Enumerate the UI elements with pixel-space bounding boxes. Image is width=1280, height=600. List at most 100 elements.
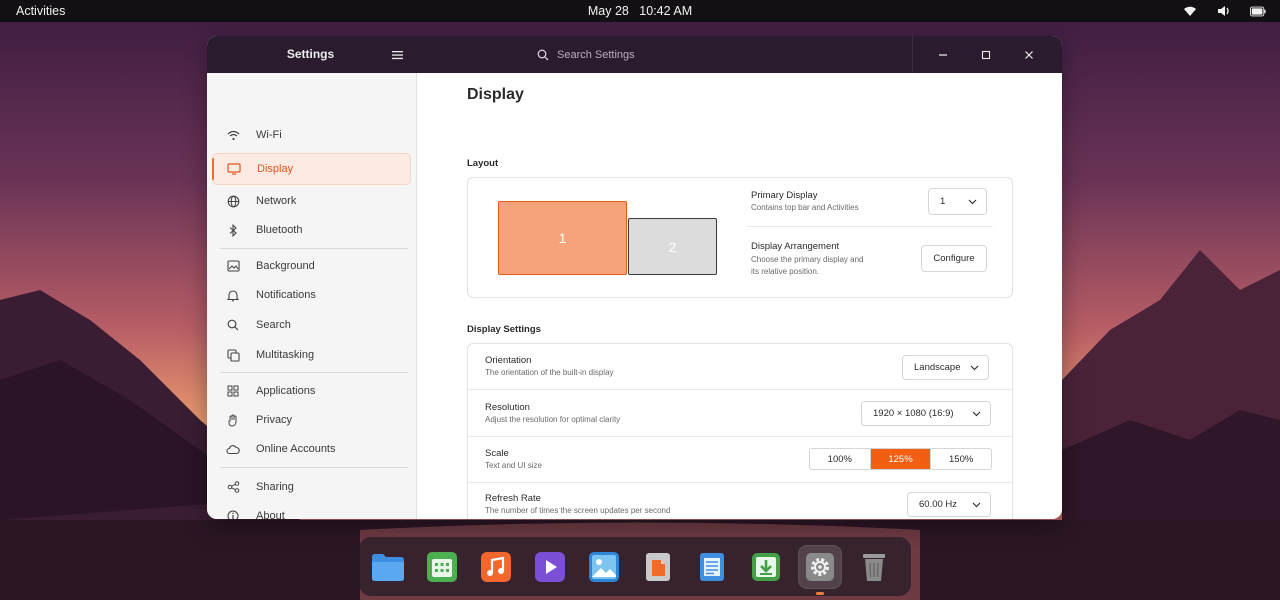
share-icon (225, 479, 241, 495)
chevron-down-icon (972, 502, 981, 507)
files-icon (372, 553, 404, 581)
settings-gear-icon (806, 552, 834, 581)
sidebar-item-label: Notifications (256, 289, 316, 301)
sidebar-item-online-accounts[interactable]: Online Accounts (212, 433, 411, 465)
dock-app-settings[interactable] (798, 544, 842, 595)
sidebar-item-label: Privacy (256, 414, 293, 426)
sidebar-header: Settings (207, 36, 417, 73)
photos-icon (589, 551, 619, 582)
dock-app-files[interactable] (367, 546, 409, 588)
hand-icon (225, 412, 241, 428)
monitor-1-preview[interactable]: 1 (498, 201, 627, 275)
primary-display-subtitle: Contains top bar and Activities (751, 203, 859, 212)
refresh-rate-title: Refresh Rate (485, 493, 541, 504)
maximize-button[interactable] (976, 45, 996, 65)
dock-app-music[interactable] (475, 546, 517, 588)
minimize-button[interactable] (933, 45, 953, 65)
music-icon (481, 551, 511, 582)
sidebar-item-privacy[interactable]: Privacy (212, 404, 411, 436)
sidebar-item-label: Display (257, 163, 294, 175)
scale-option-100[interactable]: 100% (810, 449, 871, 469)
sidebar-item-applications[interactable]: Applications (212, 375, 411, 407)
dock-app-calendar[interactable] (421, 546, 463, 588)
refresh-rate-dropdown[interactable]: 60.00 Hz (907, 492, 991, 517)
orientation-dropdown[interactable]: Landscape (902, 355, 989, 380)
primary-display-title: Primary Display (751, 190, 818, 201)
clock-date[interactable]: May 28 (588, 4, 629, 18)
system-tray (1182, 3, 1266, 19)
dock-app-photos[interactable] (583, 546, 625, 588)
sidebar-item-sharing[interactable]: Sharing (212, 471, 411, 503)
sidebar-separator (220, 467, 408, 468)
sidebar-item-search[interactable]: Search (212, 309, 411, 341)
window-titlebar[interactable]: Settings Search Settings (207, 36, 1062, 73)
resolution-subtitle: Adjust the resolution for optimal clarit… (485, 415, 621, 424)
scale-title: Scale (485, 448, 509, 459)
resolution-value: 1920 × 1080 (16:9) (873, 408, 954, 419)
documents-icon (646, 552, 670, 581)
clock-time[interactable]: 10:42 AM (639, 4, 692, 18)
search-placeholder: Search Settings (557, 49, 635, 61)
cloud-icon (225, 441, 241, 457)
trash-icon (863, 553, 885, 581)
row-separator (468, 436, 1012, 437)
monitor-1-label: 1 (558, 230, 567, 246)
chevron-down-icon (972, 411, 981, 416)
wifi-icon (225, 127, 241, 143)
dock (359, 537, 911, 596)
display-settings-page: Display Layout 1 2 Primary Display Conta… (418, 73, 1062, 519)
search-icon (225, 317, 241, 333)
image-icon (225, 258, 241, 274)
sidebar-item-display[interactable]: Display (212, 153, 411, 185)
sidebar-item-network[interactable]: Network (212, 185, 411, 217)
primary-display-dropdown[interactable]: 1 (928, 188, 987, 215)
sidebar-item-multitasking[interactable]: Multitasking (212, 339, 411, 371)
dock-app-text-editor[interactable] (691, 546, 733, 588)
titlebar-divider (912, 36, 913, 73)
bell-icon (225, 287, 241, 303)
activities-button[interactable]: Activities (16, 4, 65, 18)
sidebar-item-about[interactable]: About (212, 500, 411, 519)
menu-button[interactable] (387, 45, 407, 65)
calendar-icon (427, 551, 457, 582)
display-settings-card: Orientation The orientation of the built… (467, 343, 1013, 519)
sidebar-item-label: Wi-Fi (256, 129, 282, 141)
dock-app-video[interactable] (529, 546, 571, 588)
dock-app-documents[interactable] (637, 546, 679, 588)
monitor-2-preview[interactable]: 2 (628, 218, 717, 275)
scale-option-150[interactable]: 150% (931, 449, 991, 469)
clock: May 28 10:42 AM (0, 4, 1280, 18)
close-icon (1025, 51, 1033, 59)
settings-window: Settings Search Settings Wi-Fi Display N… (207, 36, 1062, 519)
layout-card: 1 2 Primary Display Contains top bar and… (467, 177, 1013, 298)
scale-toggle-group: 100% 125% 150% (809, 448, 992, 470)
display-arrangement-title: Display Arrangement (751, 241, 840, 252)
scale-option-125[interactable]: 125% (870, 449, 932, 469)
sidebar-item-label: Online Accounts (256, 443, 336, 455)
video-icon (535, 551, 565, 582)
configure-button[interactable]: Configure (921, 245, 987, 272)
sidebar-item-wifi[interactable]: Wi-Fi (212, 119, 411, 151)
resolution-dropdown[interactable]: 1920 × 1080 (16:9) (861, 401, 991, 426)
dock-app-trash[interactable] (853, 546, 895, 588)
page-title: Display (467, 86, 524, 103)
bluetooth-icon (225, 222, 241, 238)
search-settings-field[interactable]: Search Settings (537, 45, 737, 65)
sidebar-item-background[interactable]: Background (212, 250, 411, 282)
refresh-rate-subtitle: The number of times the screen updates p… (485, 506, 671, 515)
volume-icon[interactable] (1216, 3, 1232, 19)
wifi-icon[interactable] (1182, 3, 1198, 19)
window-title: Settings (286, 47, 335, 61)
sidebar-item-bluetooth[interactable]: Bluetooth (212, 214, 411, 246)
hamburger-menu-icon (391, 51, 403, 60)
minimize-icon (939, 54, 947, 56)
close-button[interactable] (1019, 45, 1039, 65)
row-separator (468, 482, 1012, 483)
sidebar-item-label: Applications (256, 385, 316, 397)
primary-display-value: 1 (940, 196, 946, 207)
battery-icon[interactable] (1250, 3, 1266, 19)
grid-icon (225, 383, 241, 399)
search-icon (537, 49, 549, 61)
dock-app-software[interactable] (745, 546, 787, 588)
sidebar-item-notifications[interactable]: Notifications (212, 279, 411, 311)
